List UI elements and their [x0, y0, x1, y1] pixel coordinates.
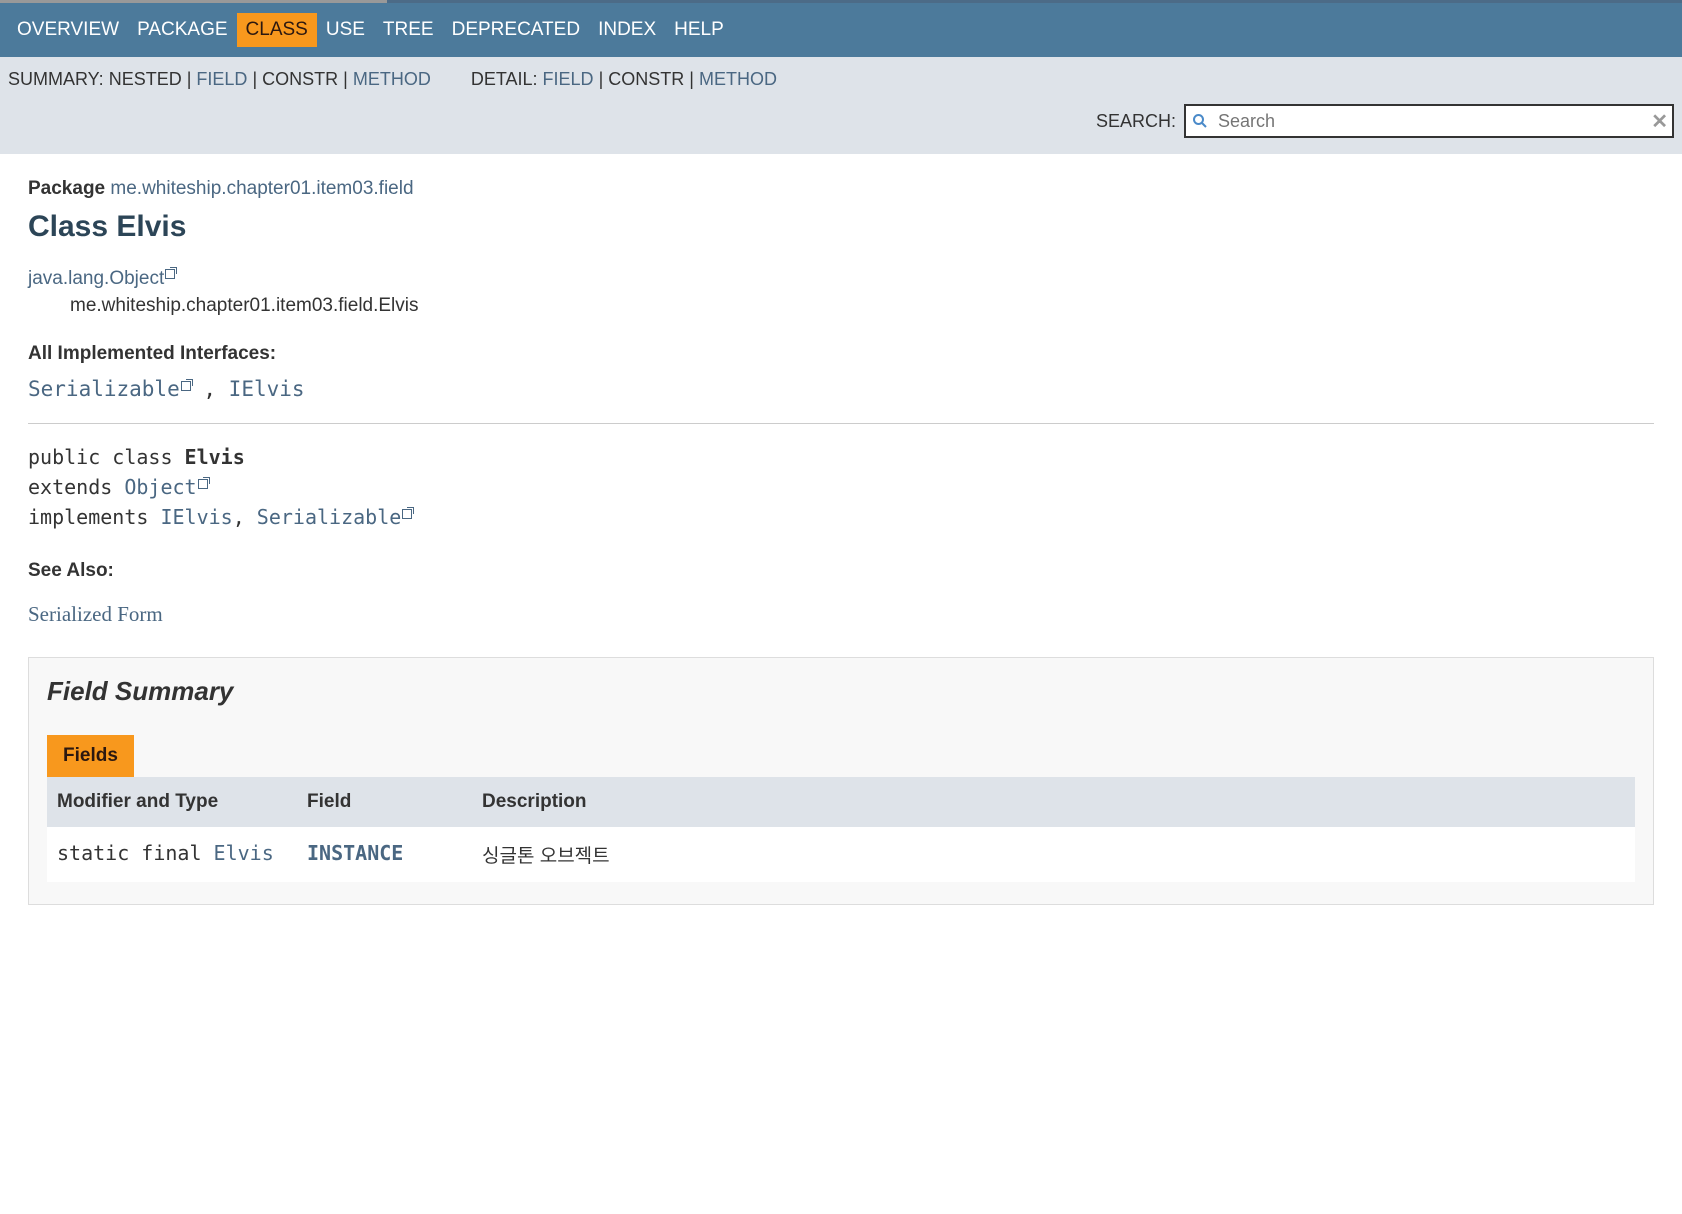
nav-index[interactable]: INDEX — [589, 13, 665, 47]
search-reset-icon[interactable]: ✕ — [1651, 109, 1668, 134]
fields-tab[interactable]: Fields — [47, 735, 134, 777]
external-link-icon — [402, 509, 412, 519]
hierarchy-self: me.whiteship.chapter01.item03.field.Elvi… — [70, 295, 419, 316]
summary-nested: NESTED — [109, 69, 182, 89]
nav-bar: OVERVIEW PACKAGE CLASS USE TREE DEPRECAT… — [0, 3, 1682, 57]
nav-help[interactable]: HELP — [665, 13, 733, 47]
fields-table: Modifier and Type Field Description stat… — [47, 777, 1635, 882]
summary-method-link[interactable]: METHOD — [353, 69, 431, 89]
type-hierarchy: java.lang.Object me.whiteship.chapter01.… — [28, 266, 1654, 319]
detail-method-link[interactable]: METHOD — [699, 69, 777, 89]
external-link-icon — [198, 479, 208, 489]
col-modifier: Modifier and Type — [47, 777, 297, 827]
col-desc: Description — [472, 777, 1635, 827]
summary-row: SUMMARY: NESTED | FIELD | CONSTR | METHO… — [8, 69, 431, 90]
cell-modifier: static final Elvis — [47, 827, 297, 882]
hierarchy-parent-link[interactable]: java.lang.Object — [28, 268, 175, 289]
see-also-label: See Also: — [28, 560, 1654, 582]
nav-use[interactable]: USE — [317, 13, 374, 47]
type-elvis-link[interactable]: Elvis — [214, 841, 274, 865]
summary-field-link[interactable]: FIELD — [196, 69, 247, 89]
col-field: Field — [297, 777, 472, 827]
nav-package[interactable]: PACKAGE — [128, 13, 236, 47]
field-summary-title: Field Summary — [47, 676, 1635, 707]
detail-constr: CONSTR — [608, 69, 684, 89]
implemented-interfaces-list: Serializable , IElvis — [28, 377, 1654, 401]
field-instance-link[interactable]: INSTANCE — [307, 841, 403, 865]
class-title: Class Elvis — [28, 210, 1654, 244]
sig-class-name: Elvis — [185, 445, 245, 469]
sig-ielvis-link[interactable]: IElvis — [160, 505, 232, 529]
search-wrap: ✕ — [1184, 104, 1674, 138]
table-row: static final Elvis INSTANCE 싱글톤 오브젝트 — [47, 827, 1635, 882]
serialized-form-link[interactable]: Serialized Form — [28, 602, 163, 627]
content: Package me.whiteship.chapter01.item03.fi… — [0, 154, 1682, 929]
package-line: Package me.whiteship.chapter01.item03.fi… — [28, 178, 1654, 200]
nav-class[interactable]: CLASS — [237, 13, 317, 47]
package-prefix: Package — [28, 178, 105, 199]
class-signature: public class Elvis extends Object implem… — [28, 442, 1654, 532]
detail-label: DETAIL: — [471, 69, 538, 89]
sub-nav: SUMMARY: NESTED | FIELD | CONSTR | METHO… — [0, 57, 1682, 154]
sig-object-link[interactable]: Object — [124, 475, 207, 499]
nav-deprecated[interactable]: DEPRECATED — [443, 13, 589, 47]
detail-field-link[interactable]: FIELD — [543, 69, 594, 89]
implemented-interfaces-label: All Implemented Interfaces: — [28, 343, 1654, 365]
search-label: SEARCH: — [1096, 111, 1176, 132]
search-input[interactable] — [1184, 104, 1674, 138]
package-link[interactable]: me.whiteship.chapter01.item03.field — [110, 178, 413, 199]
ielvis-link[interactable]: IElvis — [229, 377, 305, 401]
external-link-icon — [165, 269, 175, 279]
search-icon — [1192, 113, 1208, 129]
detail-row: DETAIL: FIELD | CONSTR | METHOD — [471, 69, 777, 90]
serializable-link[interactable]: Serializable — [28, 377, 203, 401]
sig-serializable-link[interactable]: Serializable — [257, 505, 413, 529]
nav-tree[interactable]: TREE — [374, 13, 443, 47]
summary-label: SUMMARY: — [8, 69, 104, 89]
divider — [28, 423, 1654, 424]
external-link-icon — [181, 381, 191, 391]
summary-constr: CONSTR — [262, 69, 338, 89]
cell-desc: 싱글톤 오브젝트 — [472, 827, 1635, 882]
cell-field: INSTANCE — [297, 827, 472, 882]
field-summary-box: Field Summary Fields Modifier and Type F… — [28, 657, 1654, 905]
nav-overview[interactable]: OVERVIEW — [8, 13, 128, 47]
